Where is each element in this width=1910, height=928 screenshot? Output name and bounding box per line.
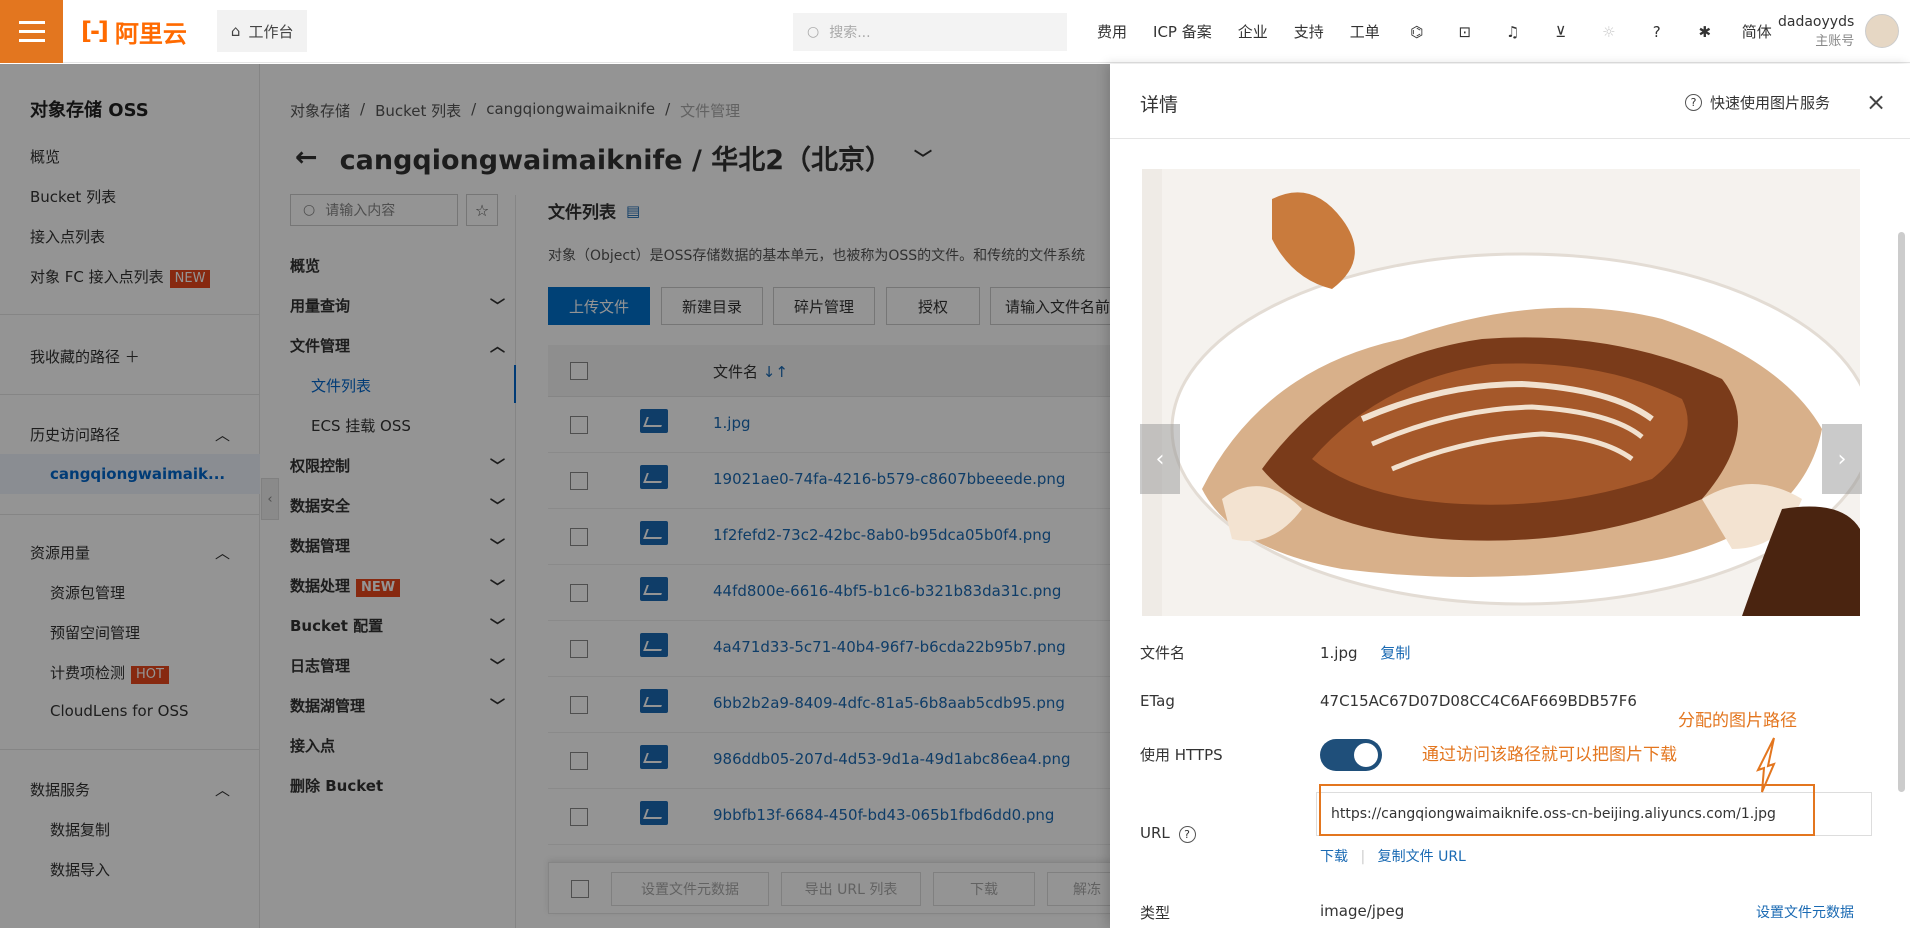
url-actions: 下载 | 复制文件 URL — [1320, 849, 1466, 865]
nav-enterprise[interactable]: 企业 — [1238, 21, 1268, 42]
https-label: 使用 HTTPS — [1140, 746, 1223, 764]
help-icon[interactable]: ? — [1178, 826, 1196, 843]
annotation-arrow-icon — [1756, 737, 1776, 793]
download-link[interactable]: 下载 — [1320, 849, 1348, 865]
etag-label: ETag — [1140, 692, 1175, 710]
menu-icon[interactable] — [0, 0, 63, 63]
nav-icp[interactable]: ICP 备案 — [1153, 21, 1212, 42]
nav-ticket[interactable]: 工单 — [1350, 21, 1380, 42]
user-info[interactable]: dadaoyyds 主账号 — [1778, 12, 1854, 52]
user-role: 主账号 — [1815, 34, 1855, 49]
https-toggle[interactable] — [1320, 739, 1382, 771]
panel-title: 详情 — [1140, 94, 1179, 116]
top-nav: 费用 ICP 备案 企业 支持 工单 ⌬ ⊡ ♫ ⊻ ☼ ? ✱ 简体 — [1097, 0, 1772, 63]
image-preview — [1142, 169, 1860, 616]
url-label-text: URL — [1140, 824, 1170, 842]
help-icon[interactable]: ? — [1646, 21, 1668, 43]
annotation-path-label: 分配的图片路径 — [1678, 711, 1797, 731]
type-label: 类型 — [1140, 904, 1171, 922]
copy-url-link[interactable]: 复制文件 URL — [1378, 849, 1466, 865]
quick-image-service-link[interactable]: ? 快速使用图片服务 — [1685, 92, 1830, 113]
nav-support[interactable]: 支持 — [1294, 21, 1324, 42]
help-icon: ? — [1685, 94, 1702, 111]
language-switch[interactable]: 简体 — [1742, 21, 1772, 42]
copy-filename-button[interactable]: 复制 — [1380, 644, 1410, 662]
modal-overlay[interactable] — [0, 64, 1110, 928]
next-image-icon[interactable]: › — [1822, 424, 1862, 494]
nav-fee[interactable]: 费用 — [1097, 21, 1127, 42]
workbench-button[interactable]: ⌂ 工作台 — [216, 10, 308, 52]
cart-icon[interactable]: ⊻ — [1550, 21, 1572, 43]
set-file-metadata-link[interactable]: 设置文件元数据 — [1756, 902, 1854, 922]
logo-text: 阿里云 — [114, 19, 187, 48]
scrollbar[interactable] — [1895, 154, 1907, 928]
terminal-icon[interactable]: ⊡ — [1454, 21, 1476, 43]
filename-value: 1.jpg 复制 — [1320, 642, 1410, 663]
quick-link-label: 快速使用图片服务 — [1710, 94, 1831, 112]
code-icon[interactable]: ⌬ — [1406, 21, 1428, 43]
scrollbar-thumb[interactable] — [1898, 232, 1905, 792]
prev-image-icon[interactable]: ‹ — [1140, 424, 1180, 494]
type-value: image/jpeg — [1320, 902, 1405, 920]
url-highlight-box — [1319, 784, 1815, 836]
detail-panel: 详情 ? 快速使用图片服务 × ‹ › 文件名 1.jpg 复制 ETag 47… — [1110, 64, 1910, 928]
filename-text: 1.jpg — [1320, 644, 1358, 662]
global-search-input[interactable]: ○ 搜索... — [793, 13, 1067, 51]
search-icon: ○ — [807, 24, 820, 40]
etag-value: 47C15AC67D07D08CC4C6AF669BDB57F6 — [1320, 692, 1637, 710]
bell-icon[interactable]: ♫ — [1502, 21, 1524, 43]
home-icon: ⌂ — [230, 22, 241, 40]
close-icon[interactable]: × — [1866, 88, 1886, 116]
avatar[interactable] — [1865, 14, 1899, 48]
aliyun-logo[interactable]: [-] 阿里云 — [81, 14, 187, 49]
logo-mark-icon: [-] — [81, 17, 109, 45]
filename-label: 文件名 — [1140, 644, 1186, 662]
food-photo — [1142, 169, 1860, 616]
user-name: dadaoyyds — [1778, 14, 1855, 30]
url-label: URL ? — [1140, 824, 1196, 843]
workbench-label: 工作台 — [248, 22, 294, 41]
globe-icon[interactable]: ✱ — [1694, 21, 1716, 43]
lightbulb-icon[interactable]: ☼ — [1598, 21, 1620, 43]
divider — [1110, 138, 1910, 139]
annotation-path-hint: 通过访问该路径就可以把图片下载 — [1422, 745, 1677, 765]
search-placeholder: 搜索... — [829, 25, 871, 41]
